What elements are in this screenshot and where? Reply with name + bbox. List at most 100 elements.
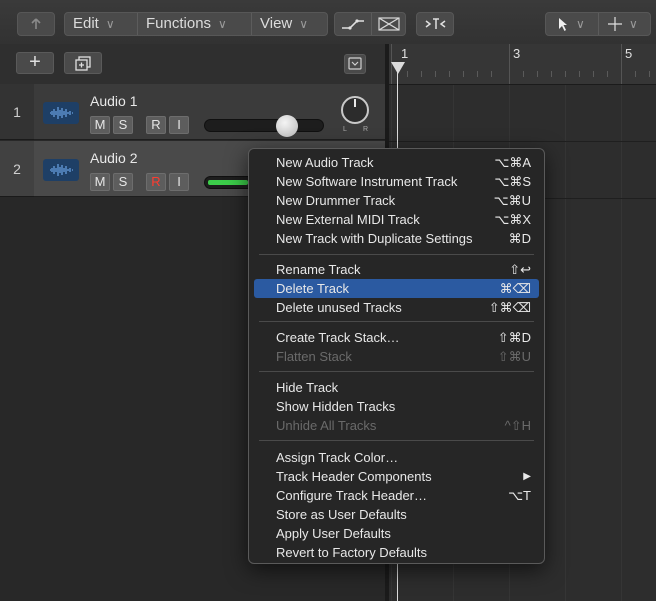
menu-item-new-track-duplicate-settings[interactable]: New Track with Duplicate Settings ⌘D [254, 229, 539, 248]
ruler-tick [565, 71, 566, 77]
menu-item-label: New Audio Track [276, 155, 374, 170]
menu-item-shortcut: ⌥⌘X [494, 212, 531, 227]
ruler-tick [477, 71, 478, 77]
menu-item-new-software-instrument-track[interactable]: New Software Instrument Track ⌥⌘S [254, 172, 539, 191]
menu-item-hide-track[interactable]: Hide Track [254, 378, 539, 397]
menu-item-shortcut: ⌘⌫ [499, 281, 531, 296]
menu-item-rename-track[interactable]: Rename Track ⇧↩ [254, 260, 539, 279]
track-number: 1 [0, 84, 34, 140]
menu-item-shortcut: ⇧⌘U [497, 349, 531, 364]
back-button[interactable] [17, 12, 55, 36]
track-name[interactable]: Audio 2 [90, 150, 137, 166]
menu-item-delete-track[interactable]: Delete Track ⌘⌫ [254, 279, 539, 298]
ruler-tick [463, 71, 464, 77]
track-name[interactable]: Audio 1 [90, 93, 137, 109]
automation-button[interactable] [335, 13, 371, 35]
chevron-down-icon: ∨ [218, 17, 227, 31]
pan-knob[interactable] [341, 96, 369, 124]
menu-item-track-header-components[interactable]: Track Header Components ▶ [254, 467, 539, 486]
track-lane-divider [389, 141, 656, 142]
solo-button[interactable]: S [113, 116, 133, 134]
automation-tools-group [334, 12, 406, 36]
record-enable-button[interactable]: R [146, 173, 166, 191]
menu-item-delete-unused-tracks[interactable]: Delete unused Tracks ⇧⌘⌫ [254, 298, 539, 317]
input-monitoring-button[interactable]: I [169, 173, 189, 191]
flex-button[interactable] [372, 13, 406, 35]
menu-item-shortcut: ⌘D [508, 231, 531, 246]
ruler-tick [551, 71, 552, 77]
global-tracks-button[interactable] [344, 54, 366, 74]
edit-menu-button[interactable]: Edit ∨ [65, 13, 123, 35]
menu-item-show-hidden-tracks[interactable]: Show Hidden Tracks [254, 397, 539, 416]
menu-item-apply-user-defaults[interactable]: Apply User Defaults [254, 524, 539, 543]
track-header-audio-1[interactable]: 1 Audio 1 M S R I L R [0, 84, 385, 140]
ruler-tick [649, 71, 650, 77]
playhead-handle[interactable] [391, 62, 405, 74]
add-track-button[interactable]: + [16, 52, 54, 74]
chevron-down-icon: ∨ [629, 17, 638, 31]
edit-menu-label: Edit [73, 15, 99, 32]
mute-button[interactable]: M [90, 116, 110, 134]
menu-item-label: Revert to Factory Defaults [276, 545, 427, 560]
menu-item-label: Unhide All Tracks [276, 418, 377, 433]
menu-item-label: Delete Track [276, 281, 349, 296]
grid-line [621, 85, 622, 601]
ruler-bar-number: 5 [625, 46, 633, 61]
menu-item-configure-track-header[interactable]: Configure Track Header… ⌥T [254, 486, 539, 505]
pan-indicator [354, 99, 356, 107]
track-context-menu: New Audio Track ⌥⌘A New Software Instrume… [248, 148, 545, 564]
menu-item-label: Store as User Defaults [276, 507, 407, 522]
menu-item-new-external-midi-track[interactable]: New External MIDI Track ⌥⌘X [254, 210, 539, 229]
menu-item-new-drummer-track[interactable]: New Drummer Track ⌥⌘U [254, 191, 539, 210]
volume-fader[interactable] [204, 115, 324, 137]
menu-item-label: Rename Track [276, 262, 361, 277]
duplicate-track-button[interactable] [64, 52, 102, 74]
menu-button-group: Edit ∨ Functions ∨ View ∨ [64, 12, 328, 36]
menu-item-label: Flatten Stack [276, 349, 352, 364]
functions-menu-button[interactable]: Functions ∨ [138, 13, 235, 35]
menu-item-label: Hide Track [276, 380, 339, 395]
ruler-tick [607, 71, 608, 77]
ruler-bar-number: 1 [401, 46, 409, 61]
tool-selector-group: ∨ ∨ [545, 12, 651, 36]
flex-time-icon [378, 17, 400, 31]
menu-item-label: Create Track Stack… [276, 330, 400, 345]
menu-item-unhide-all-tracks: Unhide All Tracks ^⇧H [254, 416, 539, 435]
mute-button[interactable]: M [90, 173, 110, 191]
menu-item-store-user-defaults[interactable]: Store as User Defaults [254, 505, 539, 524]
menu-item-shortcut: ^⇧H [504, 418, 531, 433]
menu-item-label: Configure Track Header… [276, 488, 428, 503]
bar-ruler[interactable]: 1 3 5 [389, 44, 656, 85]
audio-waveform-icon [43, 159, 79, 181]
solo-button[interactable]: S [113, 173, 133, 191]
menu-item-shortcut: ⇧⌘⌫ [488, 300, 531, 315]
menu-item-label: New External MIDI Track [276, 212, 420, 227]
menu-item-new-audio-track[interactable]: New Audio Track ⌥⌘A [254, 153, 539, 172]
ruler-tick [635, 71, 636, 77]
view-menu-button[interactable]: View ∨ [252, 13, 316, 35]
menu-item-shortcut: ⌥⌘S [494, 174, 531, 189]
menu-item-label: Apply User Defaults [276, 526, 391, 541]
record-enable-button[interactable]: R [146, 116, 166, 134]
grid-line [565, 85, 566, 601]
left-click-tool-button[interactable]: ∨ [546, 13, 598, 35]
menu-item-shortcut: ⇧↩ [509, 262, 531, 277]
menu-item-revert-factory-defaults[interactable]: Revert to Factory Defaults [254, 543, 539, 562]
volume-fader-knob[interactable] [276, 115, 298, 137]
back-arrow-icon [31, 18, 41, 29]
menu-item-label: Delete unused Tracks [276, 300, 402, 315]
track-number: 2 [0, 141, 34, 197]
view-menu-label: View [260, 15, 293, 32]
ruler-tick [523, 71, 524, 77]
command-click-tool-button[interactable]: ∨ [599, 13, 651, 35]
ruler-tick [579, 71, 580, 77]
menu-item-assign-track-color[interactable]: Assign Track Color… [254, 448, 539, 467]
menu-item-label: New Drummer Track [276, 193, 396, 208]
menu-item-label: Assign Track Color… [276, 450, 399, 465]
track-header-bar: + [0, 44, 385, 85]
menu-item-create-track-stack[interactable]: Create Track Stack… ⇧⌘D [254, 328, 539, 347]
automation-curve-icon [342, 19, 364, 30]
input-monitoring-button[interactable]: I [169, 116, 189, 134]
pan-left-label: L [343, 126, 347, 133]
catch-button[interactable] [416, 12, 454, 36]
